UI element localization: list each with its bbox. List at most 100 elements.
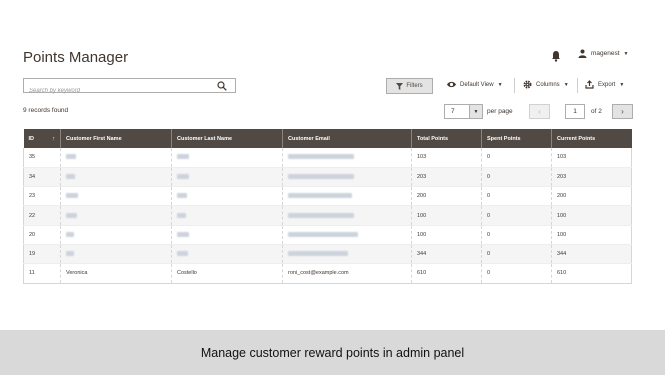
- cell-spent-points: 0: [481, 225, 552, 245]
- column-header-total-points[interactable]: Total Points: [411, 129, 482, 148]
- cell-total-points: 103: [411, 148, 482, 168]
- funnel-icon: [396, 82, 404, 90]
- per-page-select[interactable]: 7 ▼: [444, 104, 483, 119]
- chevron-down-icon[interactable]: ▼: [469, 105, 482, 118]
- default-view-dropdown[interactable]: Default View ▼: [447, 80, 503, 89]
- column-header-first-name[interactable]: Customer First Name: [60, 129, 172, 148]
- table-header-row: ID ↑ Customer First Name Customer Last N…: [23, 129, 632, 148]
- redacted-text: [177, 173, 189, 179]
- cell-total-points: 100: [411, 225, 482, 245]
- redacted-text: [177, 251, 188, 257]
- cell-last-name: [171, 148, 283, 168]
- per-page-label: per page: [487, 108, 513, 115]
- table-row[interactable]: 35 103 0 103: [23, 148, 632, 168]
- cell-first-name: [60, 244, 172, 265]
- cell-first-name: [60, 186, 172, 207]
- cell-total-points: 610: [411, 263, 482, 284]
- username: magenest: [591, 50, 620, 57]
- filters-label: Filters: [406, 83, 423, 89]
- cell-email: [282, 148, 412, 168]
- previous-page-button[interactable]: ‹: [529, 104, 550, 119]
- sort-arrow-icon: ↑: [52, 135, 55, 142]
- cell-id: 35: [23, 148, 61, 168]
- per-page-value: 7: [451, 108, 455, 115]
- chevron-down-icon: ▼: [497, 81, 503, 88]
- filters-button[interactable]: Filters: [386, 78, 433, 94]
- cell-first-name: [60, 148, 172, 168]
- chevron-down-icon: ▼: [619, 81, 625, 88]
- redacted-text: [177, 154, 189, 160]
- cell-spent-points: 0: [481, 205, 552, 226]
- table-row[interactable]: 22 100 0 100: [23, 205, 632, 226]
- table-row[interactable]: 19 344 0 344: [23, 244, 632, 265]
- redacted-text: [288, 212, 354, 218]
- column-header-spent-points[interactable]: Spent Points: [481, 129, 552, 148]
- table-row[interactable]: 34 203 0 203: [23, 167, 632, 188]
- cell-spent-points: 0: [481, 244, 552, 265]
- user-menu[interactable]: magenest ▼: [578, 49, 629, 58]
- export-icon: [585, 80, 594, 89]
- cell-first-name: [60, 167, 172, 188]
- cell-total-points: 100: [411, 205, 482, 226]
- cell-email: [282, 225, 412, 245]
- column-header-id[interactable]: ID ↑: [23, 129, 61, 148]
- cell-email: roni_cost@example.com: [282, 263, 412, 284]
- redacted-text: [66, 212, 77, 218]
- bell-icon[interactable]: [551, 50, 561, 62]
- cell-last-name: Costello: [171, 263, 283, 284]
- records-count: 9 records found: [23, 107, 69, 114]
- caption-banner: Manage customer reward points in admin p…: [0, 330, 665, 375]
- redacted-text: [288, 231, 358, 237]
- chevron-left-icon: ‹: [538, 107, 541, 116]
- table-row[interactable]: 11 Veronica Costello roni_cost@example.c…: [23, 263, 632, 284]
- cell-spent-points: 0: [481, 263, 552, 284]
- cell-id: 22: [23, 205, 61, 226]
- cell-spent-points: 0: [481, 186, 552, 207]
- export-label: Export: [598, 81, 616, 88]
- cell-email: [282, 186, 412, 207]
- search-input[interactable]: [24, 84, 204, 98]
- eye-icon: [447, 81, 456, 88]
- redacted-text: [66, 154, 76, 160]
- cell-current-points: 200: [551, 186, 632, 207]
- cell-current-points: 203: [551, 167, 632, 188]
- cell-total-points: 200: [411, 186, 482, 207]
- redacted-text: [177, 212, 186, 218]
- export-dropdown[interactable]: Export ▼: [585, 80, 624, 89]
- table-row[interactable]: 23 200 0 200: [23, 186, 632, 207]
- chevron-down-icon: ▼: [623, 50, 629, 57]
- redacted-text: [66, 251, 74, 257]
- redacted-text: [66, 231, 74, 237]
- columns-dropdown[interactable]: Columns ▼: [523, 80, 569, 89]
- redacted-text: [288, 154, 354, 160]
- column-header-last-name[interactable]: Customer Last Name: [171, 129, 283, 148]
- chevron-down-icon: ▼: [563, 81, 569, 88]
- cell-email: [282, 205, 412, 226]
- cell-email: [282, 244, 412, 265]
- redacted-text: [288, 251, 348, 257]
- chevron-right-icon: ›: [621, 107, 624, 116]
- cell-spent-points: 0: [481, 167, 552, 188]
- cell-last-name: [171, 244, 283, 265]
- cell-current-points: 103: [551, 148, 632, 168]
- default-view-label: Default View: [460, 81, 494, 88]
- toolbar-divider: [577, 78, 578, 93]
- cell-id: 34: [23, 167, 61, 188]
- gear-icon: [523, 80, 532, 89]
- column-header-email[interactable]: Customer Email: [282, 129, 412, 148]
- column-header-current-points[interactable]: Current Points: [551, 129, 632, 148]
- cell-email: [282, 167, 412, 188]
- redacted-text: [177, 231, 189, 237]
- cell-current-points: 610: [551, 263, 632, 284]
- cell-last-name: [171, 186, 283, 207]
- redacted-text: [66, 193, 78, 199]
- cell-current-points: 100: [551, 225, 632, 245]
- page-number-input[interactable]: 1: [565, 104, 585, 119]
- user-icon: [578, 49, 587, 58]
- cell-id: 20: [23, 225, 61, 245]
- search-icon[interactable]: [217, 81, 227, 91]
- cell-total-points: 203: [411, 167, 482, 188]
- cell-last-name: [171, 225, 283, 245]
- next-page-button[interactable]: ›: [612, 104, 633, 119]
- table-row[interactable]: 20 100 0 100: [23, 225, 632, 245]
